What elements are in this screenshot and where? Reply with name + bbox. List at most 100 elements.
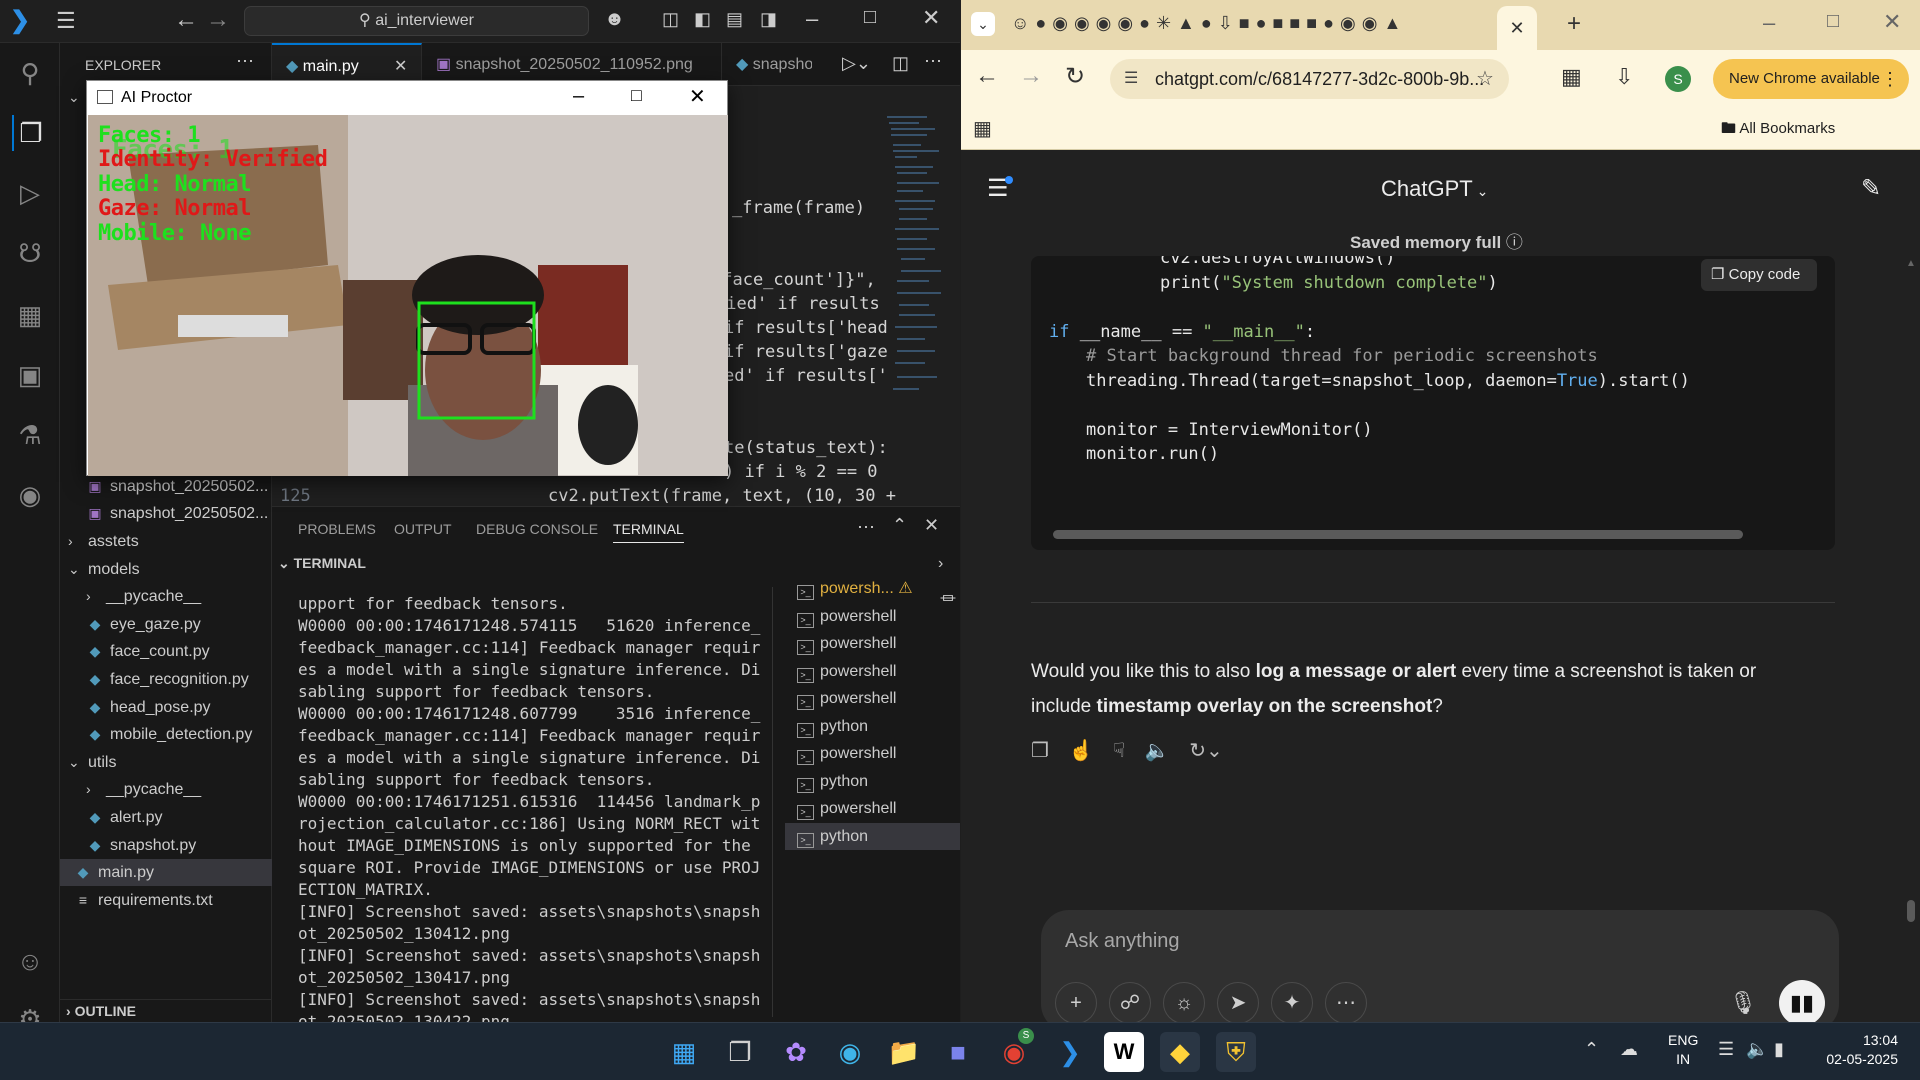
teams-icon[interactable]: ■ [938, 1032, 978, 1072]
tree-item[interactable]: ⌄ models [60, 556, 272, 583]
close-button[interactable]: ✕ [689, 84, 706, 109]
forward-arrow-icon[interactable]: → [1019, 62, 1043, 90]
site-info-icon[interactable]: ☰ [1124, 59, 1138, 99]
close-button[interactable]: ✕ [922, 5, 940, 31]
command-center-search[interactable]: ⚲ ai_interviewer [244, 6, 589, 36]
extensions-icon[interactable]: ▦ [12, 297, 48, 333]
add-attachment-button[interactable]: + [1055, 982, 1097, 1024]
deep-research-icon[interactable]: ➤ [1217, 982, 1259, 1024]
back-arrow-icon[interactable]: ← [975, 62, 999, 90]
more-actions-icon[interactable]: ⋯ [236, 51, 254, 72]
copilot-icon[interactable]: ✿ [776, 1032, 816, 1072]
tree-item[interactable]: ▣ snapshot_20250502... [60, 473, 272, 500]
terminal-instance[interactable]: >_ powershell [785, 685, 960, 713]
maximize-panel-icon[interactable]: ⌃ [892, 515, 907, 536]
minimize-button[interactable]: – [573, 85, 584, 108]
toggle-secondary-sidebar-icon[interactable]: ◨ [760, 9, 777, 30]
explorer-icon[interactable]: ❐ [12, 115, 48, 151]
notion-icon[interactable]: W [1104, 1032, 1144, 1072]
image-tool-icon[interactable]: ✦ [1271, 982, 1313, 1024]
tab-terminal[interactable]: TERMINAL [613, 521, 684, 543]
tab-problems[interactable]: PROBLEMS [298, 521, 376, 537]
start-windows-icon[interactable]: ▦ [664, 1032, 704, 1072]
copilot-icon[interactable]: ☻ [604, 8, 625, 31]
more-actions-icon[interactable]: ⋯ [857, 517, 875, 538]
copy-icon[interactable]: ❐ [1031, 740, 1049, 762]
wifi-icon[interactable]: ☰ [1718, 1039, 1734, 1060]
minimap[interactable] [885, 114, 945, 404]
hidden-icons-chevron-icon[interactable]: ⌃ [1584, 1039, 1599, 1060]
security-shield-icon[interactable]: ⛨ [1216, 1032, 1256, 1072]
horizontal-scrollbar[interactable] [1053, 530, 1743, 539]
microphone-icon[interactable]: 🎙 [1729, 990, 1757, 1016]
reload-icon[interactable]: ↻ [1065, 62, 1085, 91]
tree-item[interactable]: ◆ main.py [60, 859, 272, 887]
tab-snapshot-2[interactable]: ◆ snapsho [722, 43, 812, 86]
more-tools-icon[interactable]: ⋯ [1325, 982, 1367, 1024]
remote-explorer-icon[interactable]: ▣ [12, 357, 48, 393]
github-icon[interactable]: ◉ [12, 477, 48, 513]
chat-composer[interactable]: Ask anything + ☍ ☼ ➤ ✦ ⋯ 🎙 ▮▮ [1041, 910, 1839, 1032]
terminal-instance[interactable]: >_ powershell [785, 795, 960, 823]
onedrive-icon[interactable]: ☁ [1620, 1039, 1638, 1060]
chrome-update-button[interactable]: New Chrome available ⋮ [1713, 59, 1909, 99]
new-tab-button[interactable]: + [1567, 10, 1581, 38]
tree-item[interactable]: ◆ alert.py [60, 804, 272, 831]
chevron-right-icon[interactable]: › [938, 555, 943, 573]
tree-item[interactable]: ◆ face_count.py [60, 638, 272, 665]
bookmark-star-icon[interactable]: ☆ [1476, 59, 1494, 99]
language-indicator[interactable]: ENG IN [1668, 1031, 1698, 1069]
voice-mode-button[interactable]: ▮▮ [1779, 980, 1825, 1026]
page-scrollbar[interactable] [1907, 900, 1915, 922]
terminal-instance[interactable]: >_ powershell [785, 603, 960, 631]
apps-grid-icon[interactable]: ▦ [973, 116, 992, 141]
more-actions-icon[interactable]: ⋯ [924, 51, 942, 72]
battery-icon[interactable]: ▮ [1774, 1039, 1784, 1060]
chrome-icon[interactable]: ◉ S [994, 1028, 1034, 1072]
back-arrow-icon[interactable]: ← [174, 6, 198, 34]
tree-item[interactable]: ◆ eye_gaze.py [60, 611, 272, 638]
toggle-panel-icon[interactable]: ▤ [726, 9, 743, 30]
thumbs-up-icon[interactable]: ☝ [1069, 740, 1094, 762]
close-panel-icon[interactable]: ✕ [924, 515, 939, 536]
close-tab-icon[interactable]: ✕ [1497, 6, 1537, 50]
task-view-icon[interactable]: ❐ [720, 1032, 760, 1072]
reason-lightbulb-icon[interactable]: ☼ [1163, 982, 1205, 1024]
tree-item[interactable]: ◆ snapshot.py [60, 832, 272, 859]
tab-search-icon[interactable]: ⌄ [971, 12, 995, 36]
file-explorer-icon[interactable]: 📁 [884, 1032, 924, 1072]
testing-icon[interactable]: ⚗ [12, 417, 48, 453]
close-button[interactable]: ✕ [1883, 9, 1901, 35]
extensions-icon[interactable]: ▦ [1561, 64, 1582, 90]
tab-debug-console[interactable]: DEBUG CONSOLE [476, 521, 598, 537]
volume-icon[interactable]: 🔈 [1746, 1039, 1768, 1060]
maximize-button[interactable]: □ [1827, 10, 1839, 33]
model-selector[interactable]: ChatGPT ⌄ [1381, 176, 1488, 202]
terminal-instance[interactable]: >_ powershell [785, 658, 960, 686]
address-bar[interactable]: ☰ chatgpt.com/c/68147277-3d2c-800b-9b...… [1110, 59, 1509, 99]
edge-icon[interactable]: ◉ [830, 1032, 870, 1072]
minimize-button[interactable]: – [806, 6, 818, 32]
run-file-icon[interactable]: ▷⌄ [842, 53, 871, 74]
new-chat-icon[interactable]: ✎ [1861, 174, 1881, 203]
outline-section[interactable]: › OUTLINE [60, 999, 272, 1022]
tab-output[interactable]: OUTPUT [394, 521, 452, 537]
tree-item[interactable]: ◆ face_recognition.py [60, 666, 272, 693]
download-icon[interactable]: ⇩ [1615, 64, 1633, 90]
tree-item[interactable]: › __pycache__ [60, 583, 272, 610]
source-control-icon[interactable]: ☋ [12, 235, 48, 271]
terminal-instance[interactable]: >_ powersh... ⚠ [785, 575, 960, 603]
thumbs-down-icon[interactable]: ☟ [1113, 740, 1125, 762]
terminal-instance[interactable]: >_ python [785, 768, 960, 796]
tree-item[interactable]: › __pycache__ [60, 776, 272, 803]
maximize-button[interactable]: □ [864, 6, 876, 29]
all-bookmarks-button[interactable]: 🖿 All Bookmarks [1721, 118, 1835, 143]
kebab-menu-icon[interactable]: ⋮ [1881, 59, 1899, 99]
prompt-input[interactable]: Ask anything [1065, 930, 1180, 953]
regenerate-icon[interactable]: ↻⌄ [1189, 740, 1223, 762]
tree-item[interactable]: ◆ mobile_detection.py [60, 721, 272, 748]
run-debug-icon[interactable]: ▷ [12, 175, 48, 211]
page-scroll-up-icon[interactable]: ▲ [1906, 258, 1916, 269]
terminal-scrollbar[interactable] [772, 587, 782, 1017]
pinned-tab-favicons[interactable]: ☺●◉◉◉◉●✳▲●⇩■●■■■●◉◉▲ [1011, 13, 1407, 34]
